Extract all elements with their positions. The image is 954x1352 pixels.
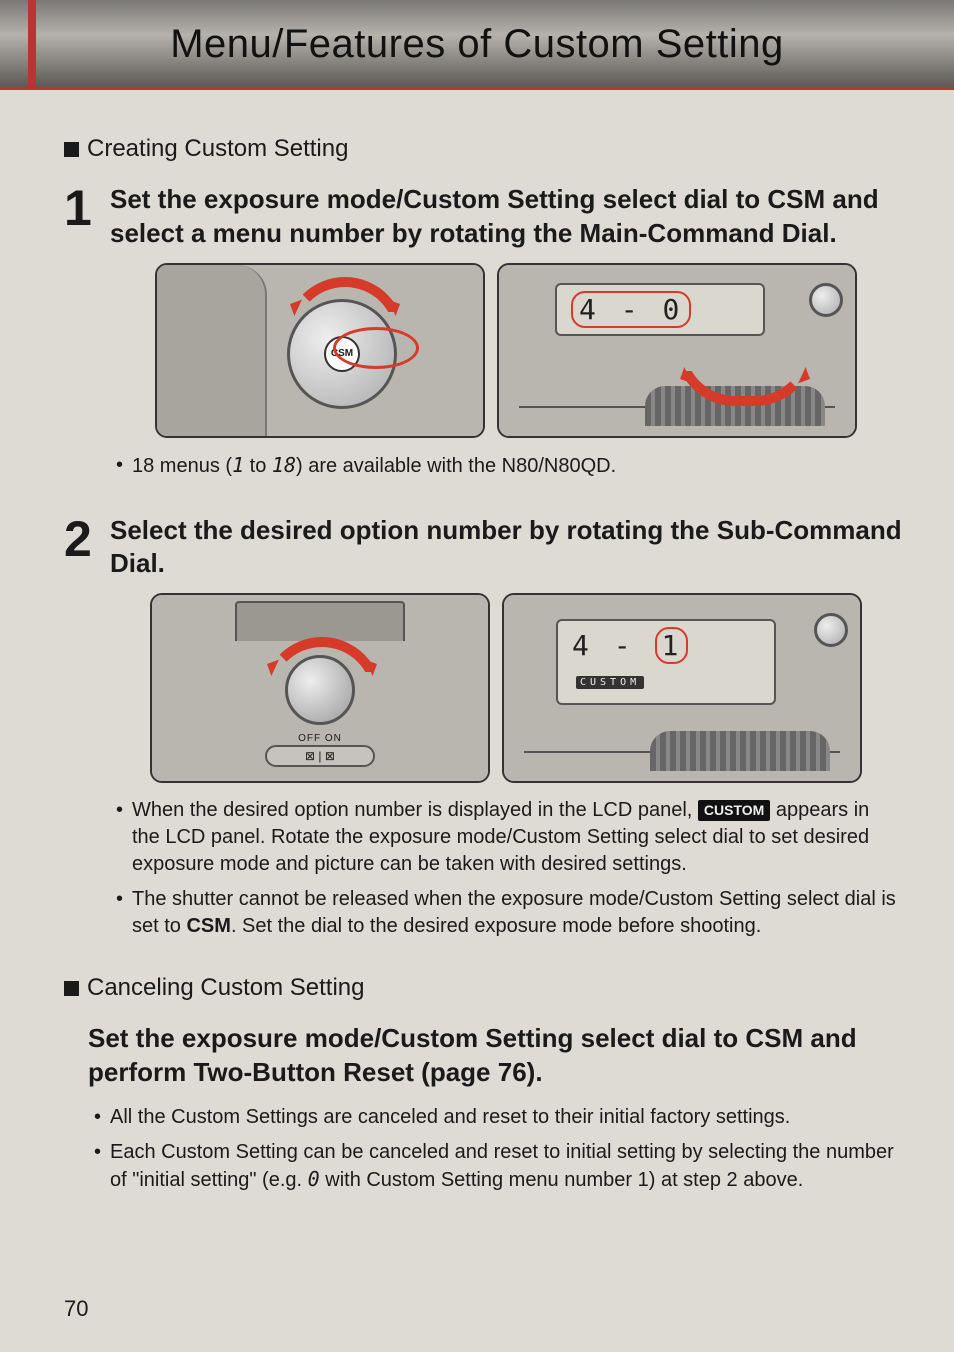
diagram-sub-command-dial: OFF ON ⊠ | ⊠ bbox=[150, 593, 490, 783]
square-bullet-icon bbox=[64, 142, 79, 157]
lcd-panel: 4 - 1 CUSTOM bbox=[556, 619, 776, 705]
top-small-dial bbox=[814, 613, 848, 647]
cancel-bullet-2: • Each Custom Setting can be canceled an… bbox=[94, 1139, 902, 1194]
cancel-bullet2-post: with Custom Setting menu number 1) at st… bbox=[320, 1169, 804, 1191]
camera-grip bbox=[157, 265, 267, 436]
page-title: Menu/Features of Custom Setting bbox=[0, 0, 954, 67]
note-seg-b: 18 bbox=[272, 453, 296, 477]
bullet2-post: . Set the dial to the desired exposure m… bbox=[231, 915, 761, 937]
lcd-option-number: 0 bbox=[662, 293, 683, 326]
cancel-bullet2-seg: 0 bbox=[308, 1167, 320, 1191]
cancel-bullet-2-text: Each Custom Setting can be canceled and … bbox=[110, 1139, 902, 1194]
section-heading-text: Canceling Custom Setting bbox=[87, 974, 364, 1002]
cancel-body-pre: Set the exposure mode/Custom Setting sel… bbox=[88, 1023, 745, 1053]
step-2-bullet-1: • When the desired option number is disp… bbox=[116, 797, 902, 878]
step-2: 2 Select the desired option number by ro… bbox=[64, 514, 902, 949]
step-2-title: Select the desired option number by rota… bbox=[110, 514, 902, 582]
diagram-lcd-step1: 4 - 0 bbox=[497, 263, 857, 438]
step-1-title: Set the exposure mode/Custom Setting sel… bbox=[110, 183, 902, 251]
red-accent-bar bbox=[28, 0, 36, 87]
cancel-bullet-1: • All the Custom Settings are canceled a… bbox=[94, 1104, 902, 1131]
custom-badge-inline: CUSTOM bbox=[698, 800, 770, 821]
lcd-highlight-oval: 1 bbox=[655, 627, 688, 664]
top-small-dial bbox=[809, 283, 843, 317]
note-mid: to bbox=[244, 455, 272, 477]
lcd-option-number: 1 bbox=[661, 629, 682, 662]
step-1-title-csm: CSM bbox=[767, 184, 825, 214]
cancel-bullets: • All the Custom Settings are canceled a… bbox=[88, 1104, 902, 1194]
page-content: Creating Custom Setting 1 Set the exposu… bbox=[0, 90, 954, 1222]
bullet-dot-icon: • bbox=[116, 797, 126, 878]
step-2-bullet-1-text: When the desired option number is displa… bbox=[132, 797, 902, 878]
main-command-dial bbox=[650, 731, 830, 771]
cancel-instruction: Set the exposure mode/Custom Setting sel… bbox=[88, 1022, 902, 1090]
page-header: Menu/Features of Custom Setting bbox=[0, 0, 954, 90]
note-seg-a: 1 bbox=[232, 453, 244, 477]
lcd-menu-number: 4 bbox=[579, 293, 600, 326]
step-1: 1 Set the exposure mode/Custom Setting s… bbox=[64, 183, 902, 488]
step-1-note-text: 18 menus (1 to 18) are available with th… bbox=[132, 452, 616, 480]
power-switch-label: OFF ON bbox=[298, 733, 342, 744]
step-number: 1 bbox=[64, 183, 96, 488]
step-number: 2 bbox=[64, 514, 96, 949]
square-bullet-icon bbox=[64, 981, 79, 996]
step-2-diagrams: OFF ON ⊠ | ⊠ 4 - 1 CUSTOM bbox=[110, 593, 902, 783]
switch-slot: ⊠ | ⊠ bbox=[265, 745, 375, 767]
step-1-title-pre: Set the exposure mode/Custom Setting sel… bbox=[110, 184, 767, 214]
lcd-panel: 4 - 0 bbox=[555, 283, 765, 336]
section-heading-cancel: Canceling Custom Setting bbox=[64, 974, 902, 1002]
page-number: 70 bbox=[64, 1296, 88, 1322]
bullet-dot-icon: • bbox=[94, 1139, 104, 1194]
step-2-bullet-2: • The shutter cannot be released when th… bbox=[116, 886, 902, 940]
diagram-lcd-step2: 4 - 1 CUSTOM bbox=[502, 593, 862, 783]
bullet2-csm: CSM bbox=[186, 915, 230, 937]
step-2-bullet-2-text: The shutter cannot be released when the … bbox=[132, 886, 902, 940]
step-1-diagrams: CSM 4 - 0 bbox=[110, 263, 902, 438]
diagram-mode-dial: CSM bbox=[155, 263, 485, 438]
switch-marks: ⊠ | ⊠ bbox=[305, 749, 335, 763]
bullet-dot-icon: • bbox=[94, 1104, 104, 1131]
lcd-highlight-oval: 4 - 0 bbox=[571, 291, 691, 328]
note-pre: 18 menus ( bbox=[132, 455, 232, 477]
step-2-body: Select the desired option number by rota… bbox=[110, 514, 902, 949]
section-heading-create: Creating Custom Setting bbox=[64, 135, 902, 163]
custom-indicator-badge: CUSTOM bbox=[576, 676, 644, 689]
section-heading-text: Creating Custom Setting bbox=[87, 135, 348, 163]
cancel-body-csm: CSM bbox=[745, 1023, 803, 1053]
lcd-menu-number: 4 bbox=[572, 629, 593, 662]
highlight-oval-icon bbox=[333, 327, 419, 369]
step-1-note: • 18 menus (1 to 18) are available with … bbox=[116, 452, 902, 480]
step-1-body: Set the exposure mode/Custom Setting sel… bbox=[110, 183, 902, 488]
bullet-dot-icon: • bbox=[116, 452, 126, 480]
bullet1-pre: When the desired option number is displa… bbox=[132, 799, 698, 821]
note-post: ) are available with the N80/N80QD. bbox=[296, 455, 616, 477]
bullet-dot-icon: • bbox=[116, 886, 126, 940]
cancel-bullet-1-text: All the Custom Settings are canceled and… bbox=[110, 1104, 790, 1131]
flash-head-shape bbox=[235, 601, 405, 641]
